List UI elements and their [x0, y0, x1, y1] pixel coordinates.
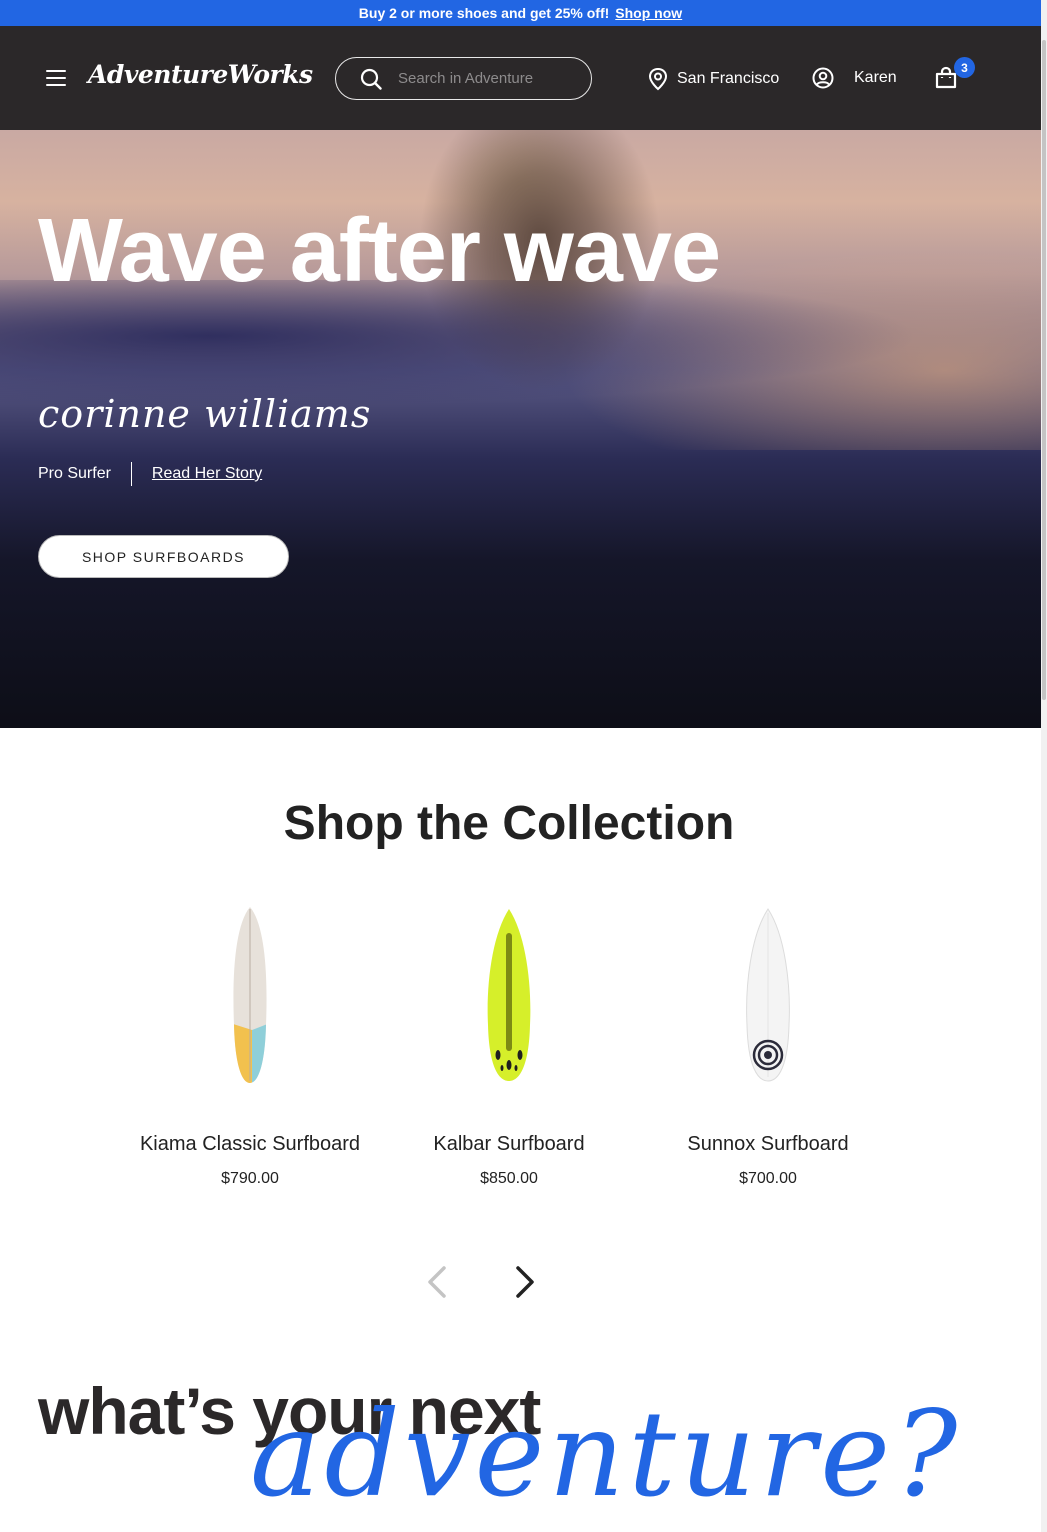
product-card[interactable]: Kalbar Surfboard $850.00 — [394, 905, 624, 1188]
store-location[interactable]: San Francisco — [648, 67, 779, 91]
hero-meta: Pro Surfer Read Her Story — [38, 462, 262, 486]
hero-banner: Wave after wave corinne williams Pro Sur… — [0, 130, 1041, 728]
search-icon — [360, 68, 382, 90]
product-image[interactable] — [653, 905, 883, 1095]
promo-banner: Buy 2 or more shoes and get 25% off! Sho… — [0, 0, 1041, 26]
chevron-right-icon[interactable] — [512, 1264, 538, 1300]
promo-shop-now-link[interactable]: Shop now — [615, 5, 682, 21]
hero-role: Pro Surfer — [38, 465, 111, 482]
site-header: AdventureWorks San Francisco Karen 3 — [0, 26, 1041, 130]
menu-icon[interactable] — [46, 70, 66, 86]
user-icon — [812, 67, 834, 89]
hero-signature: corinne williams — [38, 392, 372, 436]
account-menu[interactable]: Karen — [812, 67, 897, 89]
product-image[interactable] — [135, 905, 365, 1095]
location-label: San Francisco — [677, 70, 780, 87]
product-price: $700.00 — [739, 1170, 797, 1187]
product-name[interactable]: Sunnox Surfboard — [653, 1133, 883, 1156]
read-story-link[interactable]: Read Her Story — [152, 465, 262, 483]
product-price: $790.00 — [221, 1170, 279, 1187]
search-box[interactable] — [335, 57, 592, 100]
search-input[interactable] — [398, 70, 538, 87]
hero-title: Wave after wave — [38, 201, 721, 301]
product-name[interactable]: Kiama Classic Surfboard — [135, 1133, 365, 1156]
product-price: $850.00 — [480, 1170, 538, 1187]
collection-title: Shop the Collection — [283, 797, 735, 850]
promo-text: Buy 2 or more shoes and get 25% off! — [358, 5, 610, 21]
chevron-left-icon[interactable] — [424, 1264, 450, 1300]
adventure-script: adventure? — [250, 1385, 962, 1523]
hero-divider — [130, 462, 132, 486]
site-logo[interactable]: AdventureWorks — [88, 60, 313, 89]
product-name[interactable]: Kalbar Surfboard — [394, 1133, 624, 1156]
page-scrollbar[interactable] — [1041, 0, 1047, 1532]
shop-surfboards-button[interactable]: SHOP SURFBOARDS — [38, 535, 289, 578]
cart-count-badge: 3 — [954, 57, 975, 78]
user-name: Karen — [854, 69, 897, 86]
product-card[interactable]: Kiama Classic Surfboard $790.00 — [135, 905, 365, 1188]
product-image[interactable] — [394, 905, 624, 1095]
location-pin-icon — [648, 67, 668, 91]
product-card[interactable]: Sunnox Surfboard $700.00 — [653, 905, 883, 1188]
